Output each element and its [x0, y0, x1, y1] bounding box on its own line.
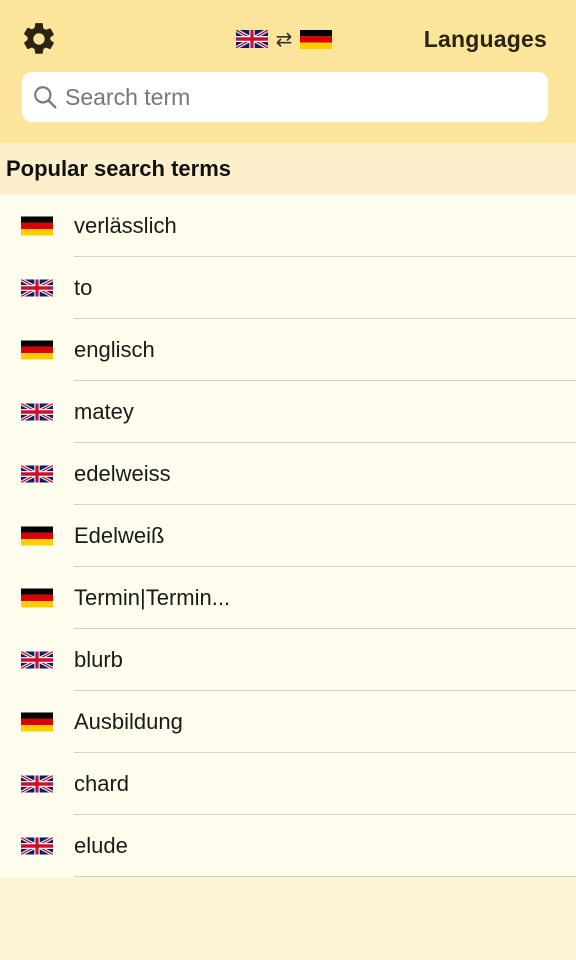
german-flag-icon	[21, 216, 53, 236]
list-item[interactable]: Termin|Termin...	[0, 567, 576, 629]
uk-flag-icon	[20, 649, 54, 671]
uk-flag-icon	[20, 463, 54, 485]
uk-flag-icon	[20, 401, 54, 423]
gear-icon[interactable]	[20, 20, 58, 58]
list-item[interactable]: verlässlich	[0, 195, 576, 257]
term-label: elude	[74, 833, 128, 858]
language-direction-toggle[interactable]: ⇄	[236, 29, 332, 49]
section-title: Popular search terms	[6, 156, 231, 181]
uk-flag-icon	[236, 30, 268, 48]
list-item[interactable]: chard	[0, 753, 576, 815]
section-header: Popular search terms	[0, 143, 576, 195]
german-flag-icon	[21, 588, 53, 608]
term-label: Ausbildung	[74, 709, 183, 734]
german-flag-icon	[300, 29, 332, 49]
uk-flag-icon	[20, 277, 54, 299]
swap-arrows-icon: ⇄	[275, 27, 293, 51]
list-item[interactable]: blurb	[0, 629, 576, 691]
search-icon	[34, 86, 57, 109]
uk-flag-icon	[20, 835, 54, 857]
row-divider	[74, 876, 576, 877]
list-item[interactable]: edelweiss	[0, 443, 576, 505]
term-label: chard	[74, 771, 130, 796]
search-bar[interactable]	[22, 72, 548, 122]
term-label: verlässlich	[74, 213, 177, 238]
term-label: englisch	[74, 337, 155, 362]
term-label: blurb	[74, 647, 123, 672]
list-item[interactable]: to	[0, 257, 576, 319]
list-item[interactable]: Edelweiß	[0, 505, 576, 567]
uk-flag-icon	[20, 773, 54, 795]
term-label: Edelweiß	[74, 523, 165, 548]
german-flag-icon	[21, 526, 53, 546]
term-label: matey	[74, 399, 134, 424]
popular-terms-list: verlässlich to englisch matey edelweiss …	[0, 195, 576, 877]
search-input[interactable]	[65, 83, 505, 111]
term-label: Termin|Termin...	[74, 585, 231, 610]
german-flag-icon	[21, 340, 53, 360]
list-item[interactable]: Ausbildung	[0, 691, 576, 753]
top-bar: ⇄ Languages	[0, 0, 576, 143]
term-label: edelweiss	[74, 461, 171, 486]
list-item[interactable]: englisch	[0, 319, 576, 381]
german-flag-icon	[21, 712, 53, 732]
list-item[interactable]: matey	[0, 381, 576, 443]
term-label: to	[74, 275, 93, 300]
languages-button[interactable]: Languages	[424, 26, 547, 53]
list-item[interactable]: elude	[0, 815, 576, 877]
